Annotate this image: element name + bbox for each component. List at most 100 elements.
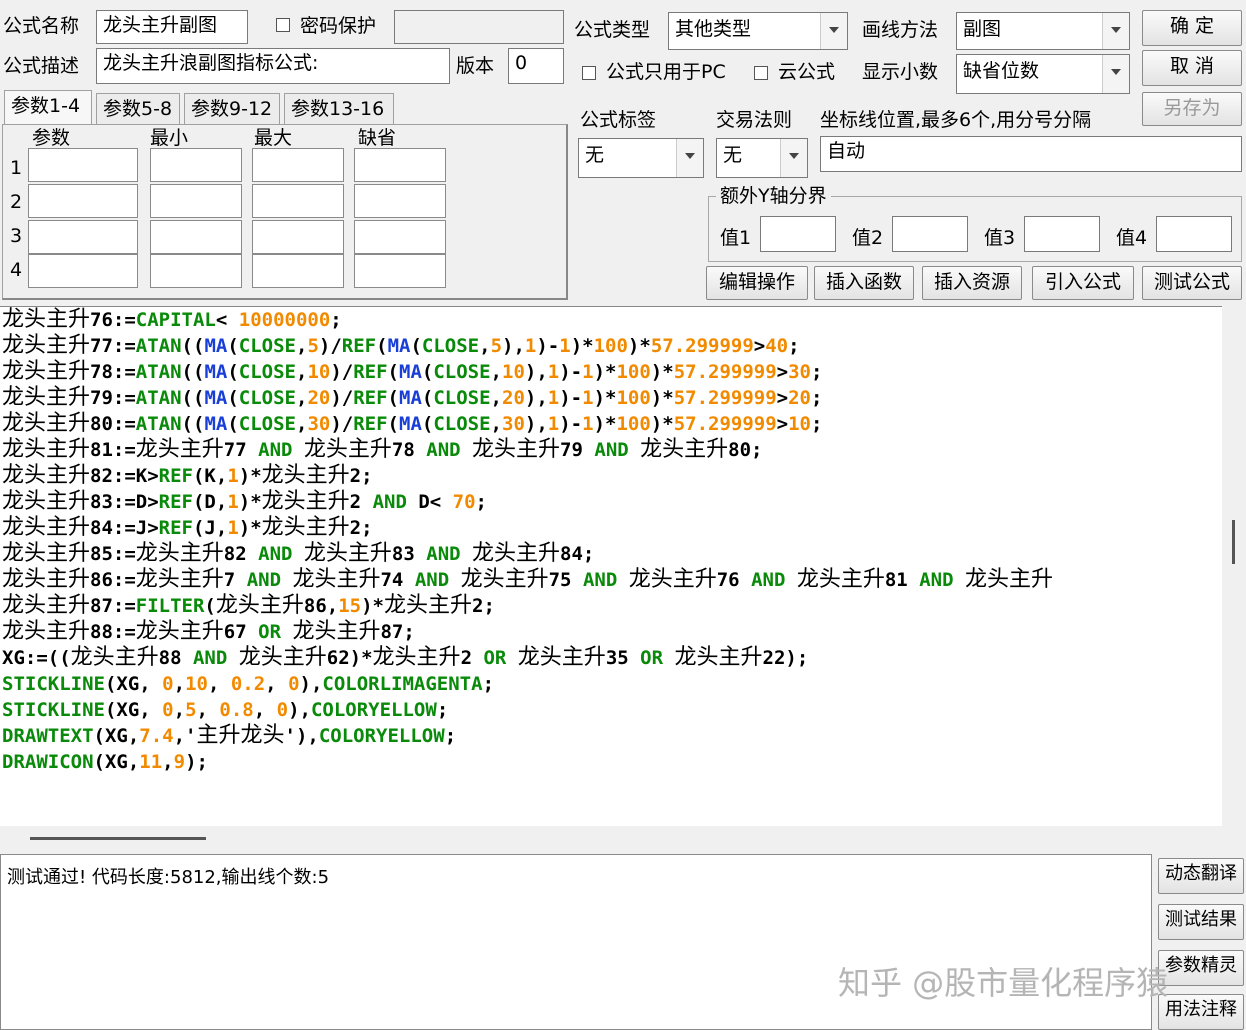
tab-params-5-8[interactable]: 参数5-8	[96, 93, 180, 125]
code-token: 0	[162, 699, 174, 721]
code-token: )-	[559, 387, 583, 409]
cloud-checkbox[interactable]	[754, 66, 768, 80]
value4-input[interactable]	[1156, 216, 1232, 252]
scrollbar-thumb[interactable]	[30, 837, 206, 840]
code-token: )-	[559, 413, 583, 435]
code-line[interactable]: DRAWICON(XG,11,9);	[0, 749, 1222, 775]
value4-label: 值4	[1116, 227, 1148, 249]
code-token: ),	[299, 673, 323, 695]
code-token: ,	[490, 387, 502, 409]
scrollbar-thumb[interactable]	[1232, 520, 1235, 564]
ok-button[interactable]: 确 定	[1142, 10, 1242, 46]
code-line[interactable]: 龙头主升81:=龙头主升77 AND 龙头主升78 AND 龙头主升79 AND…	[0, 437, 1222, 463]
code-line[interactable]: 龙头主升88:=龙头主升67 OR 龙头主升87;	[0, 619, 1222, 645]
param-max-input[interactable]	[252, 184, 344, 218]
code-token: 76	[716, 569, 752, 591]
param-default-input[interactable]	[354, 220, 446, 254]
code-line[interactable]: 龙头主升85:=龙头主升82 AND 龙头主升83 AND 龙头主升84;	[0, 541, 1222, 567]
param-max-input[interactable]	[252, 254, 344, 288]
password-input[interactable]	[394, 10, 564, 44]
param-max-input[interactable]	[252, 220, 344, 254]
test-result-button[interactable]: 测试结果	[1158, 904, 1244, 940]
decimal-select[interactable]: 缺省位数	[956, 54, 1130, 94]
trade-rule-select[interactable]: 无	[716, 138, 808, 178]
code-line[interactable]: 龙头主升84:=J>REF(J,1)*龙头主升2;	[0, 515, 1222, 541]
code-token: ),	[288, 699, 311, 721]
code-line[interactable]: 龙头主升87:=FILTER(龙头主升86,15)*龙头主升2;	[0, 593, 1222, 619]
code-line[interactable]: 龙头主升83:=D>REF(D,1)*龙头主升2 AND D< 70;	[0, 489, 1222, 515]
param-min-input[interactable]	[150, 220, 242, 254]
code-token: MA	[204, 335, 228, 357]
dynamic-translate-button[interactable]: 动态翻译	[1158, 858, 1244, 894]
formula-name-input[interactable]: 龙头主升副图	[96, 10, 248, 44]
formula-desc-input[interactable]: 龙头主升浪副图指标公式:	[96, 48, 450, 84]
code-token: 86:=	[90, 569, 136, 591]
param-default-input[interactable]	[354, 184, 446, 218]
coord-line-input[interactable]: 自动	[820, 136, 1242, 172]
code-token: )/	[330, 361, 354, 383]
edit-operation-button[interactable]: 编辑操作	[706, 266, 808, 300]
param-name-input[interactable]	[28, 220, 138, 254]
code-token: 龙头主升	[135, 437, 224, 462]
tab-params-1-4[interactable]: 参数1-4	[4, 90, 92, 126]
param-min-input[interactable]	[150, 254, 242, 288]
code-token: ((	[181, 335, 205, 357]
code-line[interactable]: DRAWTEXT(XG,7.4,'主升龙头'),COLORYELLOW;	[0, 723, 1222, 749]
param-default-input[interactable]	[354, 254, 446, 288]
code-token: (	[387, 387, 399, 409]
draw-method-select[interactable]: 副图	[956, 12, 1130, 50]
code-line[interactable]: 龙头主升77:=ATAN((MA(CLOSE,5)/REF(MA(CLOSE,5…	[0, 333, 1222, 359]
param-min-input[interactable]	[150, 148, 242, 182]
value2-input[interactable]	[892, 216, 968, 252]
param-name-input[interactable]	[28, 148, 138, 182]
insert-function-button[interactable]: 插入函数	[814, 266, 914, 300]
pc-only-checkbox[interactable]	[582, 66, 596, 80]
code-token: 7.4	[139, 725, 174, 747]
code-token: COLORYELLOW	[310, 699, 437, 721]
vertical-scrollbar[interactable]	[1222, 306, 1246, 826]
test-formula-button[interactable]: 测试公式	[1142, 266, 1242, 300]
cancel-button[interactable]: 取 消	[1142, 50, 1242, 86]
password-checkbox[interactable]	[276, 18, 290, 32]
code-line[interactable]: 龙头主升82:=K>REF(K,1)*龙头主升2;	[0, 463, 1222, 489]
value3-input[interactable]	[1024, 216, 1100, 252]
param-wizard-button[interactable]: 参数精灵	[1158, 950, 1244, 986]
code-line[interactable]: STICKLINE(XG, 0,5, 0.8, 0),COLORYELLOW;	[0, 697, 1222, 723]
param-default-input[interactable]	[354, 148, 446, 182]
pc-only-label: 公式只用于PC	[606, 61, 726, 83]
code-line[interactable]: 龙头主升79:=ATAN((MA(CLOSE,20)/REF(MA(CLOSE,…	[0, 385, 1222, 411]
tab-params-13-16[interactable]: 参数13-16	[284, 93, 394, 125]
code-line[interactable]: 龙头主升80:=ATAN((MA(CLOSE,30)/REF(MA(CLOSE,…	[0, 411, 1222, 437]
insert-resource-button[interactable]: 插入资源	[922, 266, 1022, 300]
param-max-input[interactable]	[252, 148, 344, 182]
code-token: 1	[547, 387, 560, 409]
code-token: CLOSE	[238, 387, 296, 409]
param-min-input[interactable]	[150, 184, 242, 218]
param-name-input[interactable]	[28, 254, 138, 288]
value1-input[interactable]	[760, 216, 836, 252]
code-line[interactable]: 龙头主升86:=龙头主升7 AND 龙头主升74 AND 龙头主升75 AND …	[0, 567, 1222, 593]
code-token: MA	[204, 387, 228, 409]
import-formula-button[interactable]: 引入公式	[1032, 266, 1134, 300]
code-token: ;	[475, 491, 487, 513]
tab-params-9-12[interactable]: 参数9-12	[184, 93, 280, 125]
code-token: ),	[524, 387, 548, 409]
code-line[interactable]: XG:=((龙头主升88 AND 龙头主升62)*龙头主升2 OR 龙头主升35…	[0, 645, 1222, 671]
code-line[interactable]: STICKLINE(XG, 0,10, 0.2, 0),COLORLIMAGEN…	[0, 671, 1222, 697]
code-editor[interactable]: 龙头主升76:=CAPITAL< 10000000; 龙头主升77:=ATAN((…	[0, 306, 1222, 827]
param-name-input[interactable]	[28, 184, 138, 218]
code-token: 20	[307, 387, 331, 409]
code-token: (	[387, 413, 399, 435]
code-line[interactable]: 龙头主升76:=CAPITAL< 10000000;	[0, 307, 1222, 333]
code-line[interactable]: 龙头主升78:=ATAN((MA(CLOSE,10)/REF(MA(CLOSE,…	[0, 359, 1222, 385]
horizontal-scrollbar[interactable]	[0, 826, 1246, 852]
formula-type-select[interactable]: 其他类型	[668, 12, 848, 50]
code-token: REF	[158, 517, 193, 539]
code-token: 2	[460, 647, 484, 669]
save-as-button[interactable]: 另存为	[1142, 92, 1242, 126]
usage-notes-button[interactable]: 用法注释	[1158, 994, 1244, 1030]
code-token: (XG,	[104, 699, 163, 721]
version-input[interactable]: 0	[508, 48, 564, 84]
formula-tag-select[interactable]: 无	[578, 138, 704, 178]
code-token: D<	[406, 491, 453, 513]
